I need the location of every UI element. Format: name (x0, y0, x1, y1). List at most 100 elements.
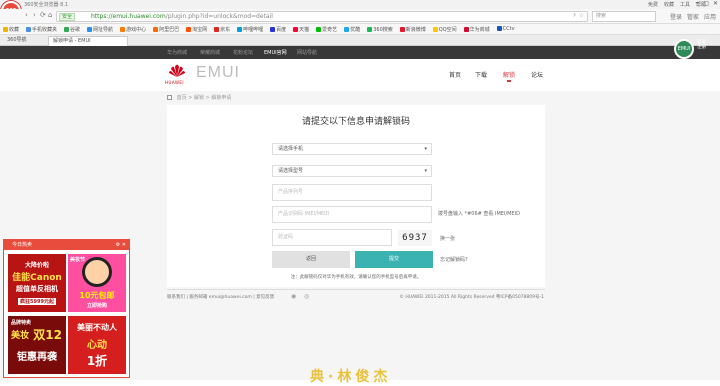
ad-popup-close-icon[interactable]: ⚙ ✕ (116, 240, 126, 250)
captcha-image[interactable]: 6937 (398, 230, 432, 246)
navigation-bar: ‹ › ⟳ ⌂ 安全 https://emui.huawei.com/plugi… (0, 9, 720, 24)
forward-icon[interactable]: › (33, 11, 36, 19)
menu-home[interactable]: 首页 (449, 70, 461, 79)
url-host: https://emui.huawei.com (91, 13, 166, 20)
forgot-code-link[interactable]: 忘记解锁码? (440, 256, 468, 263)
bookmark-item[interactable]: 360搜索 (367, 26, 393, 33)
ad-tile[interactable]: 美丽不动人 心动 1折 (68, 316, 126, 374)
bookmark-item[interactable]: 淘宝网 (186, 26, 207, 33)
address-bar[interactable]: 安全 https://emui.huawei.com/plugin.php?id… (56, 11, 588, 22)
ad-tile[interactable]: 品牌特卖 美妆 双12 钜惠再袭 (8, 316, 66, 374)
topnav-item[interactable]: 荣耀商城 (200, 49, 220, 56)
topnav-item[interactable]: 网站导航 (297, 49, 317, 56)
topnav-item[interactable]: 华为商城 (167, 49, 187, 56)
imei-hint-label: IMEI/MEID (495, 211, 520, 217)
bookmark-item[interactable]: 手机收藏夹 (26, 26, 57, 33)
tab-unlock[interactable]: 解锁申请 - EMUI (48, 36, 128, 46)
back-icon[interactable]: ‹ (25, 11, 28, 19)
form-footnote: 注：此解锁码仅对华为手机有效，请确认您的手机型号后再申请。 (290, 275, 422, 280)
maximize-button[interactable]: □ (703, 0, 709, 7)
breadcrumb: 首页 > 解锁 > 解锁申请 (167, 93, 231, 103)
device-select[interactable]: 请选择手机 ▾ (272, 143, 432, 155)
bookmark-item[interactable]: 优酷 (344, 26, 360, 33)
reload-icon[interactable]: ⟳ (40, 11, 46, 19)
ad-text: 立即抢购 (86, 303, 107, 309)
ad-tile[interactable]: 大降价啦 佳能Canon 超值单反相机 疯狂5999元起 (8, 254, 66, 312)
bookmark-item[interactable]: 百度 (270, 26, 286, 33)
ad-text: 1折 (86, 354, 108, 368)
footer-contact[interactable]: 联系我们 | 服务邮箱 emui@huawei.com | 意见反馈 (167, 294, 274, 300)
serial-number-input[interactable]: 产品序列号 (272, 184, 432, 201)
breadcrumb-item[interactable]: 解锁 (194, 95, 204, 101)
site-icon (120, 26, 126, 32)
bookmark-item[interactable]: 谷歌 (64, 26, 80, 33)
ad-text: 美妆节 (70, 257, 86, 263)
bookmark-item[interactable]: 爱奇艺 (316, 26, 337, 33)
wechat-icon[interactable]: ◎ (304, 293, 309, 300)
menu-unlock[interactable]: 解锁 (503, 70, 515, 79)
star-icon (3, 26, 8, 32)
footer-copyright: © HUAWEI 2011-2015 All Rights Reserved 粤… (399, 295, 544, 300)
top-link-favorites[interactable]: 收藏 (664, 1, 674, 8)
login-link[interactable]: 登录 (670, 12, 682, 21)
bookmark-item[interactable]: QQ空间 (432, 26, 457, 33)
menu-forum[interactable]: 论坛 (531, 70, 543, 79)
bookmark-item[interactable]: 阿里巴巴 (153, 26, 179, 33)
tab-navigation[interactable]: 360导航 (3, 36, 43, 46)
bookmark-item[interactable]: 新浪微博 (399, 26, 426, 33)
site-icon (496, 26, 502, 31)
url-path: /plugin.php?id=unlock&mod=detail (165, 13, 273, 20)
bookmark-item[interactable]: 游戏中心 (120, 26, 146, 33)
bookmark-item[interactable]: 收藏 (3, 26, 19, 33)
site-icon (367, 26, 373, 32)
model-select[interactable]: 请选择型号 ▾ (272, 165, 432, 177)
url-text[interactable]: https://emui.huawei.com/plugin.php?id=un… (91, 13, 273, 20)
top-link-tools[interactable]: 工具 (680, 1, 690, 8)
apps-link[interactable]: 应用 (704, 12, 716, 21)
imei-input[interactable]: 产品识别码 IMEI/MEID (272, 206, 432, 223)
manager-link[interactable]: 管家 (687, 12, 699, 21)
product-logo[interactable]: EMUI (196, 64, 240, 82)
address-actions-icon[interactable]: ⚡ ☆ (573, 12, 585, 19)
site-header (0, 59, 720, 91)
footer-divider (167, 289, 545, 290)
bookmark-item[interactable]: 华为商城 (463, 26, 490, 33)
ad-text: 大降价啦 (24, 262, 49, 269)
topnav-item[interactable]: 花粉论坛 (233, 49, 253, 56)
minimize-button[interactable]: ─ (696, 0, 700, 7)
bookmark-item[interactable]: CCtv (496, 26, 515, 32)
browser-search-input[interactable]: 搜索 (592, 11, 656, 22)
site-icon (432, 26, 438, 32)
huawei-logo-icon[interactable] (167, 64, 187, 78)
captcha-input[interactable]: 验证码 (272, 229, 392, 246)
back-button[interactable]: 返回 (272, 251, 350, 268)
secure-badge: 安全 (59, 13, 76, 21)
bookmark-item[interactable]: 天猫 (293, 26, 309, 33)
weibo-icon[interactable]: ◉ (291, 293, 296, 300)
bookmark-item[interactable]: 京东 (214, 26, 230, 33)
menu-download[interactable]: 下载 (475, 70, 487, 79)
home-icon[interactable]: ⌂ (48, 11, 52, 19)
user-avatar[interactable]: EMUI (674, 39, 694, 59)
close-window-button[interactable]: ✕ (713, 0, 718, 7)
ad-tile[interactable]: 美妆节 10元包邮 立即抢购 (68, 254, 126, 312)
topnav-item-emui[interactable]: EMUI官网 (264, 49, 287, 56)
breadcrumb-item[interactable]: 首页 (177, 95, 187, 101)
site-icon (237, 26, 243, 32)
bookmark-item[interactable]: 网址导航 (87, 26, 113, 33)
home-icon[interactable] (167, 95, 172, 100)
ad-text: 超值单反相机 (16, 285, 58, 293)
chevron-down-icon: ▾ (424, 146, 427, 152)
captcha-refresh-link[interactable]: 换一张 (440, 235, 455, 242)
user-register-link[interactable]: 注册 (697, 45, 706, 50)
top-link-free[interactable]: 免费 (648, 1, 658, 8)
title-bar: 360安全浏览器 8.1 免费 收藏 工具 帮助 ─ □ ✕ (0, 0, 720, 9)
submit-button[interactable]: 提交 (355, 251, 433, 268)
bookmark-item[interactable]: 哔哩哔哩 (237, 26, 263, 33)
form-title: 请提交以下信息申请解锁码 (301, 117, 410, 127)
site-icon (186, 26, 192, 32)
chevron-down-icon: ▾ (424, 168, 427, 174)
site-icon (463, 26, 469, 32)
breadcrumb-current: 解锁申请 (211, 95, 232, 101)
ad-popup: 今日热卖 ⚙ ✕ 大降价啦 佳能Canon 超值单反相机 疯狂5999元起 美妆… (3, 239, 130, 378)
